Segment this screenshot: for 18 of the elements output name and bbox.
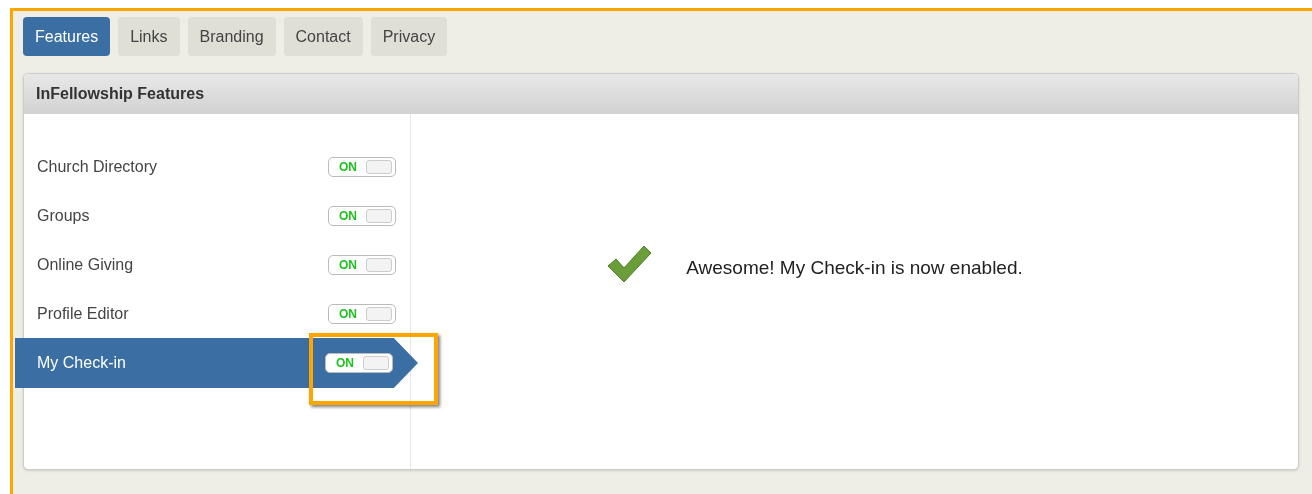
feature-row[interactable]: Online Giving ON xyxy=(24,240,410,289)
feature-row[interactable]: Profile Editor ON xyxy=(24,289,410,338)
tab[interactable]: Features xyxy=(23,17,111,56)
checkmark-icon xyxy=(606,244,653,284)
feature-name: My Check-in xyxy=(37,353,127,373)
tab[interactable]: Contact xyxy=(283,17,363,56)
panel-title: InFellowship Features xyxy=(36,84,205,104)
success-message: Awesome! My Check-in is now enabled. xyxy=(686,256,1023,280)
feature-name: Profile Editor xyxy=(37,303,130,324)
feature-name: Online Giving xyxy=(37,254,135,275)
feature-name: Church Directory xyxy=(37,156,159,177)
tab[interactable]: Branding xyxy=(187,17,276,56)
feature-row[interactable]: Church Directory ON xyxy=(24,142,410,191)
feature-row[interactable]: Groups ON xyxy=(24,191,410,240)
tab[interactable]: Privacy xyxy=(370,17,448,56)
feature-row[interactable]: My Check-in ON xyxy=(15,338,418,388)
tab[interactable]: Links xyxy=(118,17,180,56)
feature-name: Groups xyxy=(37,205,91,226)
